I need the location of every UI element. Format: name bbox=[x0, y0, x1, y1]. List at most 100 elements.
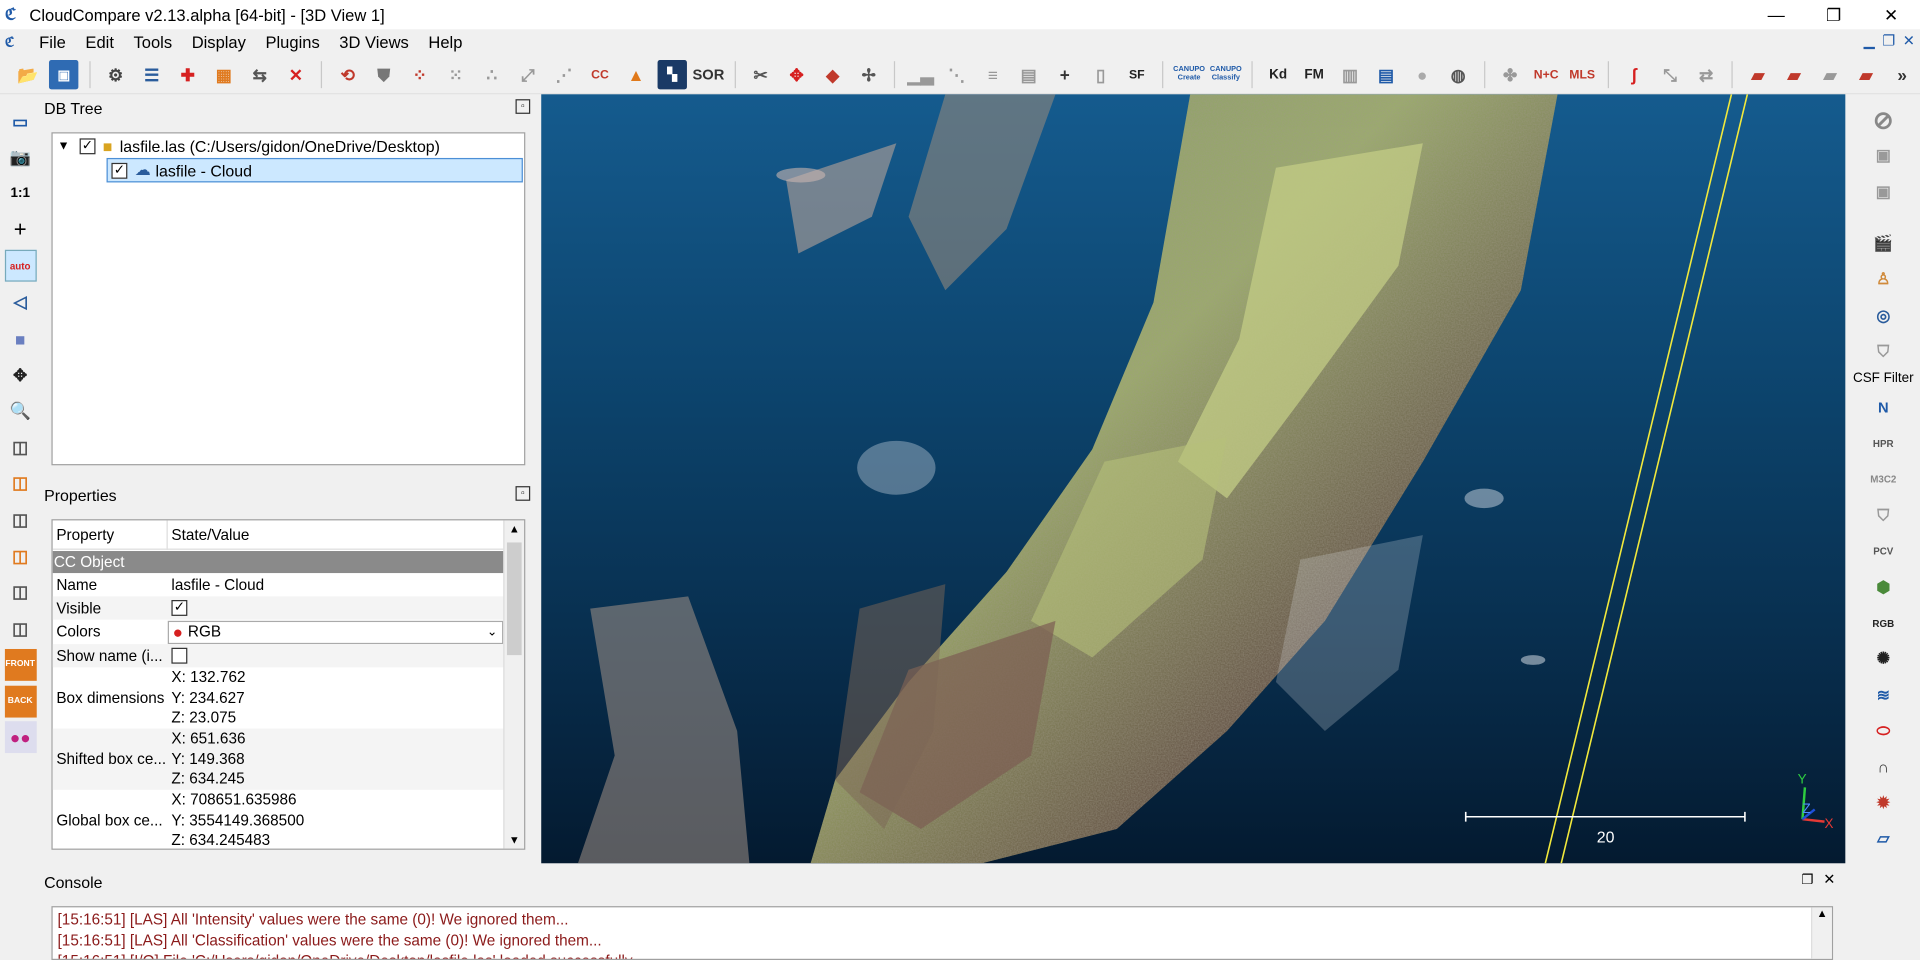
view-right-icon[interactable]: ◫ bbox=[4, 576, 36, 608]
m3c2-icon[interactable]: M3C2 bbox=[1869, 465, 1898, 494]
cc-icon[interactable]: CC bbox=[586, 60, 615, 89]
stereo-icon[interactable]: ●● bbox=[4, 721, 37, 754]
kd-icon[interactable]: Kd bbox=[1264, 60, 1293, 89]
list-icon[interactable]: ☰ bbox=[137, 60, 166, 89]
trash-icon[interactable]: ▯ bbox=[1086, 60, 1115, 89]
rgb-icon[interactable]: RGB bbox=[1869, 609, 1898, 638]
shield2-icon[interactable]: ⛉ bbox=[1869, 501, 1898, 530]
subsample-icon[interactable]: ∴ bbox=[478, 60, 507, 89]
layer3-icon[interactable]: ▰ bbox=[1816, 60, 1845, 89]
tree-item-file[interactable]: ▼ ✓ ■ lasfile.las (C:/Users/gidon/OneDri… bbox=[58, 133, 440, 157]
monitor-icon[interactable]: ▭ bbox=[4, 105, 36, 137]
layer4-icon[interactable]: ▰ bbox=[1852, 60, 1881, 89]
console-float-icon[interactable]: ❐ bbox=[1801, 872, 1813, 888]
pivot-icon[interactable]: + bbox=[4, 214, 36, 246]
mdi-app-icon[interactable]: ℭ bbox=[5, 32, 25, 52]
filter-icon[interactable]: ≡ bbox=[978, 60, 1007, 89]
perspective-icon[interactable]: ◁ bbox=[4, 286, 36, 318]
menu-plugins[interactable]: Plugins bbox=[256, 33, 330, 51]
zoom-icon[interactable]: 🔍 bbox=[4, 395, 36, 427]
move-icon[interactable]: ✥ bbox=[4, 359, 36, 391]
minimize-button[interactable]: — bbox=[1747, 0, 1805, 29]
compass-icon[interactable]: ◎ bbox=[1869, 301, 1898, 330]
compare-icon[interactable]: ⇄ bbox=[1692, 60, 1721, 89]
distance-icon[interactable]: ⤡ bbox=[1656, 60, 1685, 89]
e57-icon[interactable]: ▣ bbox=[1869, 177, 1898, 206]
plus-icon[interactable]: + bbox=[1050, 60, 1079, 89]
table-icon[interactable]: ▤ bbox=[1014, 60, 1043, 89]
visible-checkbox[interactable]: ✓ bbox=[171, 600, 188, 616]
tree-item-cloud[interactable]: ✓ ☁ lasfile - Cloud bbox=[106, 157, 523, 183]
translate-icon[interactable]: ✥ bbox=[782, 60, 811, 89]
layer2-icon[interactable]: ▰ bbox=[1780, 60, 1809, 89]
canupo-classify-icon[interactable]: CANUPO Classify bbox=[1210, 60, 1242, 89]
plane-icon[interactable]: ◆ bbox=[818, 60, 847, 89]
link-icon[interactable]: ⇆ bbox=[246, 60, 275, 89]
layers-icon[interactable]: ≋ bbox=[1869, 681, 1898, 710]
segment-icon[interactable]: ✚ bbox=[173, 60, 202, 89]
colors-dropdown[interactable]: ● RGB ⌄ bbox=[167, 620, 504, 644]
menu-display[interactable]: Display bbox=[182, 33, 256, 51]
noise-icon[interactable]: ⁙ bbox=[442, 60, 471, 89]
menu-file[interactable]: File bbox=[29, 33, 75, 51]
scroll-down-icon[interactable]: ▼ bbox=[504, 834, 524, 846]
maximize-button[interactable]: ❐ bbox=[1805, 0, 1863, 29]
view-back-icon[interactable]: ◫ bbox=[4, 540, 36, 572]
more-icon[interactable]: » bbox=[1888, 60, 1917, 89]
open-icon[interactable]: 📂 bbox=[13, 60, 42, 89]
property-value[interactable]: lasfile - Cloud bbox=[168, 576, 264, 593]
one-to-one-button[interactable]: 1:1 bbox=[4, 178, 36, 210]
menu-tools[interactable]: Tools bbox=[124, 33, 182, 51]
merge-icon[interactable]: ⛊ bbox=[369, 60, 398, 89]
cone-icon[interactable]: ▲ bbox=[622, 60, 651, 89]
molecule-icon[interactable]: ✺ bbox=[1869, 645, 1898, 674]
shp-icon[interactable]: ▥ bbox=[1336, 60, 1365, 89]
close-button[interactable]: ✕ bbox=[1862, 0, 1920, 29]
view-front-icon[interactable]: ◫ bbox=[4, 468, 36, 500]
front-view-button[interactable]: FRONT bbox=[4, 648, 37, 681]
scroll-up-icon[interactable]: ▲ bbox=[1812, 907, 1832, 919]
menu-edit[interactable]: Edit bbox=[76, 33, 124, 51]
cube-icon[interactable]: ■ bbox=[4, 323, 36, 355]
db-tree-float-icon[interactable]: ▫ bbox=[515, 99, 531, 114]
delete-icon[interactable]: ✕ bbox=[282, 60, 311, 89]
show-name-checkbox[interactable] bbox=[171, 647, 188, 664]
stats-icon[interactable]: ⋱ bbox=[942, 60, 971, 89]
globe-icon[interactable]: ◍ bbox=[1444, 60, 1473, 89]
chart-icon[interactable]: ⋰ bbox=[550, 60, 579, 89]
back-view-button[interactable]: BACK bbox=[4, 685, 37, 717]
north-icon[interactable]: N bbox=[1869, 394, 1898, 423]
sf-icon[interactable]: SF bbox=[1122, 60, 1151, 89]
view-bottom-icon[interactable]: ◫ bbox=[4, 613, 36, 645]
csv-icon[interactable]: ▤ bbox=[1372, 60, 1401, 89]
cloud-checkbox[interactable]: ✓ bbox=[111, 162, 128, 179]
collapse-arrow-icon[interactable]: ▼ bbox=[58, 139, 70, 152]
save-icon[interactable]: ▣ bbox=[49, 60, 79, 90]
magnet-icon[interactable]: ∩ bbox=[1869, 752, 1898, 781]
mdi-close-icon[interactable]: ✕ bbox=[1903, 32, 1915, 49]
csf-filter-label[interactable]: CSF Filter bbox=[1853, 371, 1914, 386]
view-left-icon[interactable]: ◫ bbox=[4, 504, 36, 536]
transform-icon[interactable]: ⟲ bbox=[333, 60, 362, 89]
color-icon[interactable]: ▦ bbox=[209, 60, 238, 89]
ruler-icon[interactable]: ▱ bbox=[1869, 824, 1898, 853]
pin-icon[interactable]: ✢ bbox=[854, 60, 883, 89]
3d-view[interactable]: 20 Y Z X bbox=[541, 94, 1846, 864]
scissors-icon[interactable]: ✂ bbox=[746, 60, 775, 89]
properties-scrollbar[interactable]: ▲ ▼ bbox=[503, 520, 525, 849]
mls-icon[interactable]: MLS bbox=[1568, 60, 1597, 89]
settings-icon[interactable]: ⚙ bbox=[101, 60, 130, 89]
hpr-icon[interactable]: HPR bbox=[1869, 429, 1898, 458]
auto-pivot-button[interactable]: auto bbox=[4, 250, 37, 283]
puzzle-icon[interactable]: ✤ bbox=[1496, 60, 1525, 89]
scroll-up-icon[interactable]: ▲ bbox=[504, 523, 524, 535]
histogram-icon[interactable]: ▁▃ bbox=[906, 60, 935, 89]
menu-3d-views[interactable]: 3D Views bbox=[330, 33, 419, 51]
mdi-minimize-icon[interactable]: ▁ bbox=[1864, 32, 1875, 49]
hex-icon[interactable]: ⬢ bbox=[1869, 573, 1898, 602]
file-checkbox[interactable]: ✓ bbox=[79, 137, 96, 154]
normals-icon[interactable]: ⤢ bbox=[514, 60, 543, 89]
checker-icon[interactable]: ▚ bbox=[657, 60, 687, 90]
ply-icon[interactable]: ▣ bbox=[1869, 141, 1898, 170]
canupo-create-icon[interactable]: CANUPO Create bbox=[1173, 60, 1205, 89]
